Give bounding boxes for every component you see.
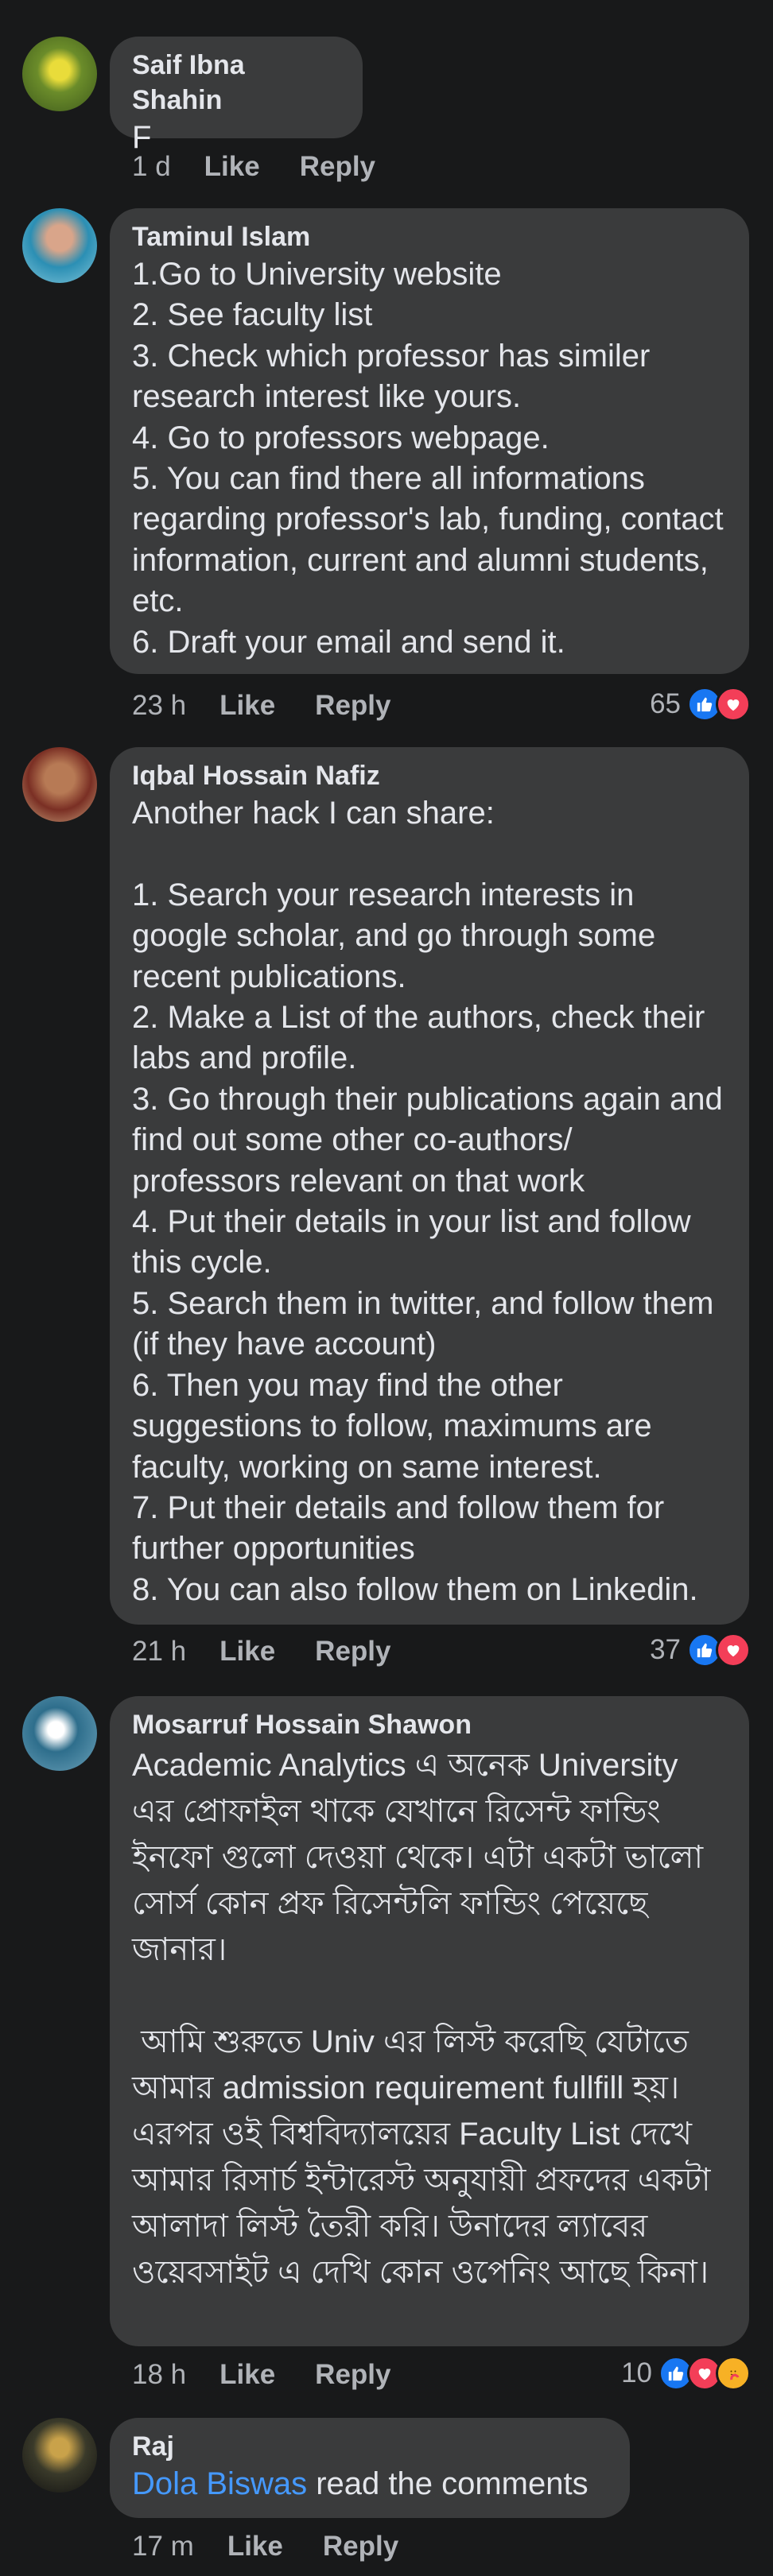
avatar[interactable] <box>22 1696 97 1771</box>
like-button[interactable]: Like <box>219 690 275 722</box>
comment-time[interactable]: 21 h <box>132 1636 186 1668</box>
comment-time[interactable]: 1 d <box>132 151 171 183</box>
avatar[interactable] <box>22 747 97 822</box>
comment-author[interactable]: Raj <box>132 2429 608 2464</box>
reaction-summary[interactable]: 37 <box>650 1633 751 1668</box>
avatar[interactable] <box>22 208 97 283</box>
heart-reaction-icon <box>716 687 751 722</box>
comment-bubble: Mosarruf Hossain Shawon Academic Analyti… <box>110 1696 749 2346</box>
comment-actions: 18 h Like Reply <box>132 2359 390 2391</box>
reaction-count: 37 <box>650 1634 681 1665</box>
comment-actions: 21 h Like Reply <box>132 1636 390 1668</box>
comment-text: Another hack I can share: 1. Search your… <box>132 796 723 1607</box>
comment-actions: 17 m Like Reply <box>132 2531 398 2562</box>
comment-bubble: Iqbal Hossain Nafiz Another hack I can s… <box>110 747 749 1625</box>
comment-actions: 23 h Like Reply <box>132 690 390 722</box>
like-button[interactable]: Like <box>204 151 260 183</box>
reply-button[interactable]: Reply <box>315 1636 390 1668</box>
like-button[interactable]: Like <box>227 2531 283 2562</box>
comment-text: Academic Analytics এ অনেক University এর … <box>132 1748 711 2290</box>
reply-button[interactable]: Reply <box>315 2359 390 2391</box>
comment-time[interactable]: 17 m <box>132 2531 194 2562</box>
care-reaction-icon <box>716 2356 751 2391</box>
reaction-summary[interactable]: 65 <box>650 687 751 722</box>
comment-text: 1.Go to University website 2. See facult… <box>132 257 724 660</box>
avatar[interactable] <box>22 37 97 111</box>
reply-button[interactable]: Reply <box>323 2531 398 2562</box>
reply-button[interactable]: Reply <box>300 151 375 183</box>
avatar[interactable] <box>22 2418 97 2493</box>
reaction-summary[interactable]: 10 <box>621 2356 751 2391</box>
comment-time[interactable]: 18 h <box>132 2359 186 2391</box>
mention-link[interactable]: Dola Biswas <box>132 2466 307 2501</box>
like-button[interactable]: Like <box>219 1636 275 1668</box>
comment-actions: 1 d Like Reply <box>132 151 375 183</box>
heart-reaction-icon <box>716 1633 751 1668</box>
reply-button[interactable]: Reply <box>315 690 390 722</box>
comment-time[interactable]: 23 h <box>132 690 186 722</box>
comment-bubble: Taminul Islam 1.Go to University website… <box>110 208 749 674</box>
comment-author[interactable]: Mosarruf Hossain Shawon <box>132 1707 727 1742</box>
comment-text: Dola Biswas read the comments <box>132 2464 608 2504</box>
comment-author[interactable]: Iqbal Hossain Nafiz <box>132 758 727 793</box>
comment-bubble: Raj Dola Biswas read the comments <box>110 2418 630 2518</box>
comment-bubble: Saif Ibna Shahin F <box>110 37 363 155</box>
reaction-count: 10 <box>621 2357 652 2388</box>
like-button[interactable]: Like <box>219 2359 275 2391</box>
comment-text-rest: read the comments <box>307 2466 588 2501</box>
reaction-count: 65 <box>650 688 681 719</box>
comment-author[interactable]: Taminul Islam <box>132 219 727 254</box>
comment-author[interactable]: Saif Ibna Shahin <box>132 48 340 118</box>
